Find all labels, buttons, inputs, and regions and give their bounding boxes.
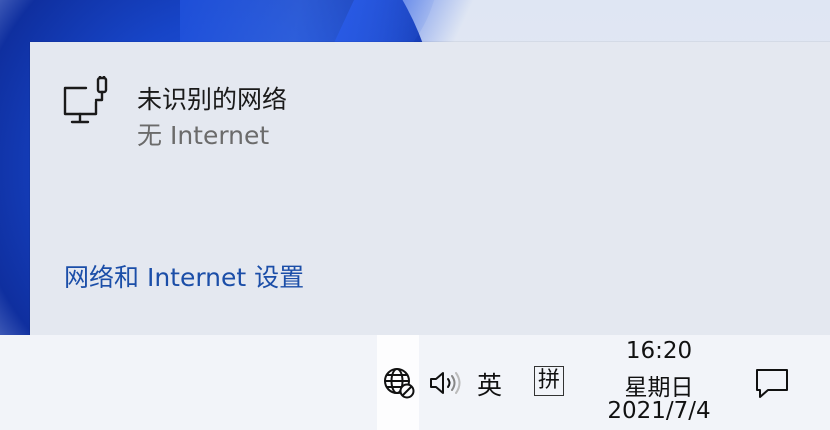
network-flyout: 未识别的网络 无 Internet 网络和 Internet 设置	[30, 42, 830, 335]
network-name: 未识别的网络	[137, 85, 288, 114]
action-center-icon[interactable]	[754, 367, 790, 399]
taskbar-network-button[interactable]	[377, 335, 419, 430]
speaker-icon[interactable]	[428, 369, 462, 397]
clock-time: 16:20	[625, 338, 693, 364]
desktop-screen: 未识别的网络 无 Internet 网络和 Internet 设置 英 拼 16…	[0, 0, 830, 430]
taskbar: 英 拼 16:20 星期日 2021/7/4	[0, 335, 830, 430]
ime-mode-toggle[interactable]: 拼	[534, 366, 564, 396]
network-status: 无 Internet	[137, 121, 270, 150]
clock-weekday: 星期日	[624, 375, 694, 401]
ime-language-toggle[interactable]: 英	[477, 366, 502, 402]
globe-no-internet-icon	[384, 368, 415, 399]
clock-date: 2021/7/4	[607, 398, 711, 424]
ethernet-monitor-icon[interactable]	[62, 74, 110, 128]
taskbar-clock[interactable]: 16:20 星期日 2021/7/4	[596, 335, 722, 430]
network-settings-link[interactable]: 网络和 Internet 设置	[64, 258, 304, 294]
